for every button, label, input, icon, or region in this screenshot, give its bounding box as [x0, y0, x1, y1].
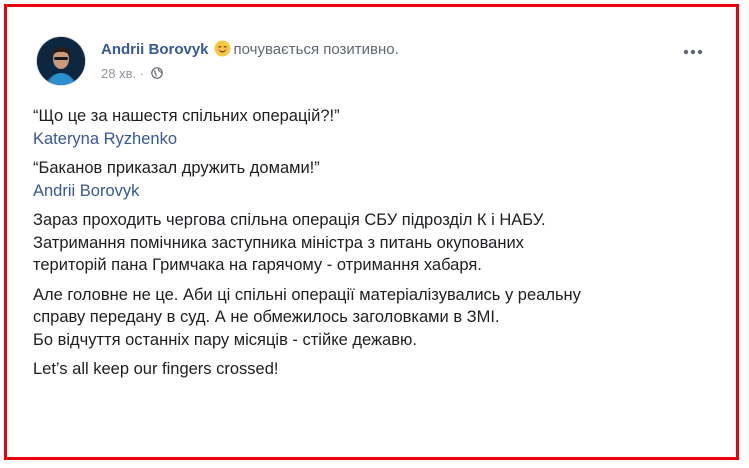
post-text-line: територій пана Гримчака на гарячому - от… — [33, 256, 482, 274]
meta-separator: · — [139, 66, 145, 81]
smiling-face-icon — [214, 40, 231, 57]
quote-text: “Баканов приказал дружить домами!” — [33, 159, 320, 177]
post-text-line: Зараз проходить чергова спільна операція… — [33, 211, 546, 229]
author-name[interactable]: Andrii Borovyk — [101, 41, 209, 58]
post-text-line: Бо відчуття останніх пару місяців - стій… — [33, 330, 417, 349]
post-paragraph: “Що це за нашестя спільних операцій?!” K… — [33, 105, 713, 150]
more-options-icon[interactable] — [682, 44, 704, 55]
post-header: Andrii Borovyk почувається позитивно. — [101, 40, 399, 60]
post-text-line: Але головне не це. Аби ці спільні операц… — [33, 285, 581, 304]
post-body: “Що це за нашестя спільних операцій?!” K… — [33, 105, 713, 388]
quote-text: “Що це за нашестя спільних операцій?!” — [33, 107, 340, 125]
author-avatar[interactable] — [37, 37, 85, 85]
post-text-line: Let’s all keep our fingers crossed! — [33, 360, 279, 378]
post-paragraph: Let’s all keep our fingers crossed! — [33, 358, 713, 381]
post-text-line: справу передану в суд. А не обмежилось з… — [33, 308, 500, 326]
post-meta: 28 хв. · — [101, 66, 163, 82]
post-paragraph: “Баканов приказал дружить домами!” Andri… — [33, 157, 713, 202]
avatar-image — [37, 37, 85, 85]
post-timestamp[interactable]: 28 хв. — [101, 66, 136, 81]
post-paragraph: Зараз проходить чергова спільна операція… — [33, 209, 713, 277]
post-paragraph: Але головне не це. Аби ці спільні операц… — [33, 284, 713, 352]
feeling-text: почувається позитивно. — [233, 41, 399, 58]
globe-icon[interactable] — [150, 67, 163, 79]
tagged-user-link[interactable]: Andrii Borovyk — [33, 182, 139, 200]
post-text-line: Затримання помічника заступника міністра… — [33, 233, 524, 252]
tagged-user-link[interactable]: Kateryna Ryzhenko — [33, 130, 177, 148]
